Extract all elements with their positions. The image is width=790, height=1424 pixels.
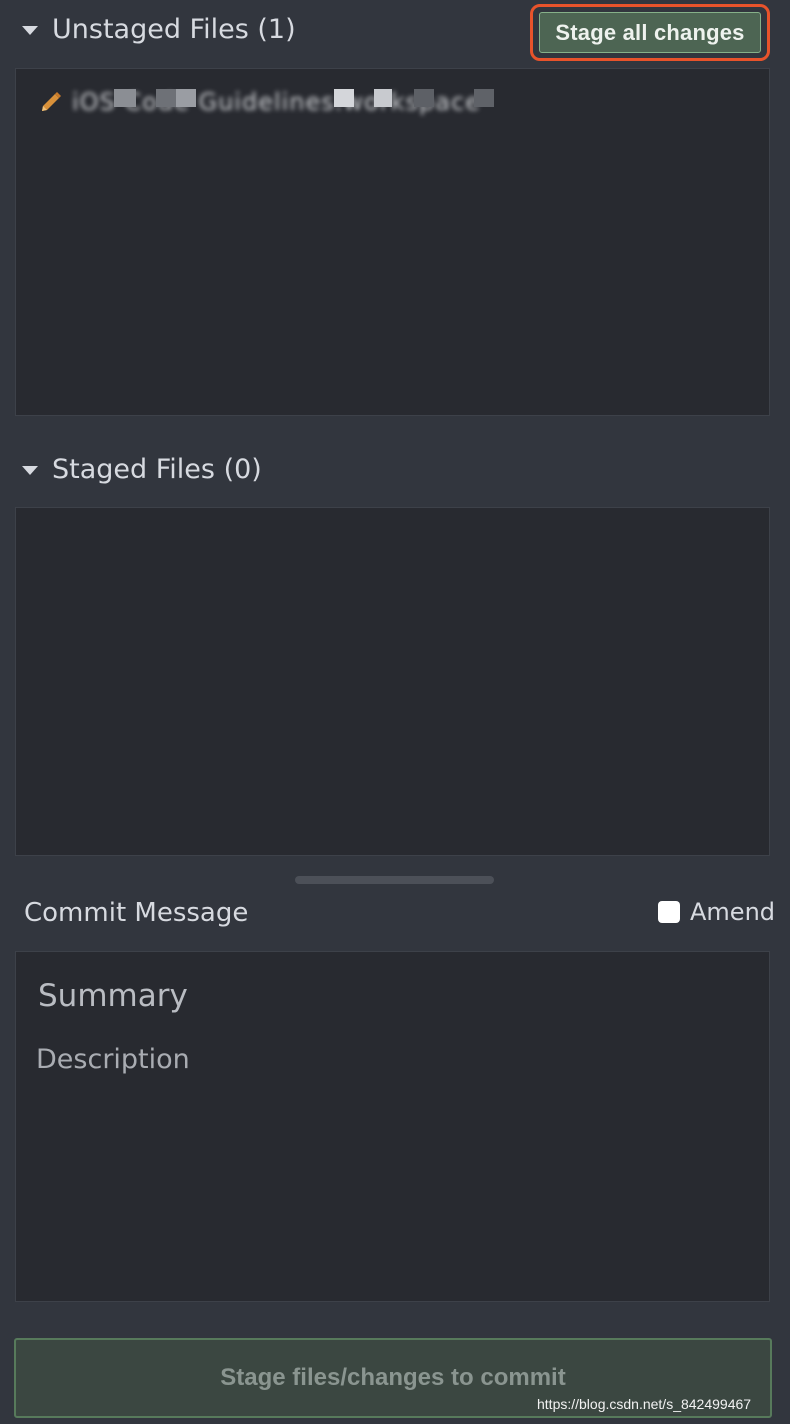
caret-down-icon[interactable] xyxy=(22,26,38,35)
resize-handle[interactable] xyxy=(295,876,494,884)
unstaged-files-list: iOS Code Guidelines.workspace xyxy=(15,68,770,416)
caret-down-icon[interactable] xyxy=(22,466,38,475)
stage-all-highlight: Stage all changes xyxy=(530,4,770,61)
redaction-block xyxy=(334,89,354,107)
staged-files-list xyxy=(15,507,770,856)
stage-all-button[interactable]: Stage all changes xyxy=(539,12,761,53)
amend-label: Amend xyxy=(690,898,776,926)
description-input[interactable]: Description xyxy=(36,1044,190,1075)
redaction-block xyxy=(176,89,196,107)
commit-message-box[interactable]: Summary Description xyxy=(15,951,770,1302)
commit-message-label: Commit Message xyxy=(24,898,249,928)
watermark: https://blog.csdn.net/s_842499467 xyxy=(537,1396,752,1412)
unstaged-files-title: Unstaged Files (1) xyxy=(52,14,296,45)
amend-toggle[interactable]: Amend xyxy=(658,898,775,926)
staged-files-title: Staged Files (0) xyxy=(52,454,262,485)
redaction-block xyxy=(374,89,392,107)
list-item[interactable]: iOS Code Guidelines.workspace xyxy=(38,87,494,117)
redaction-block xyxy=(156,89,176,107)
pencil-icon xyxy=(42,92,61,111)
amend-checkbox[interactable] xyxy=(658,901,680,923)
redaction-block xyxy=(414,89,434,107)
redaction-block xyxy=(474,89,494,107)
unstaged-files-header[interactable]: Unstaged Files (1) xyxy=(22,14,296,45)
redaction-block xyxy=(114,89,136,107)
staged-files-header[interactable]: Staged Files (0) xyxy=(22,454,262,485)
summary-input[interactable]: Summary xyxy=(38,978,188,1014)
